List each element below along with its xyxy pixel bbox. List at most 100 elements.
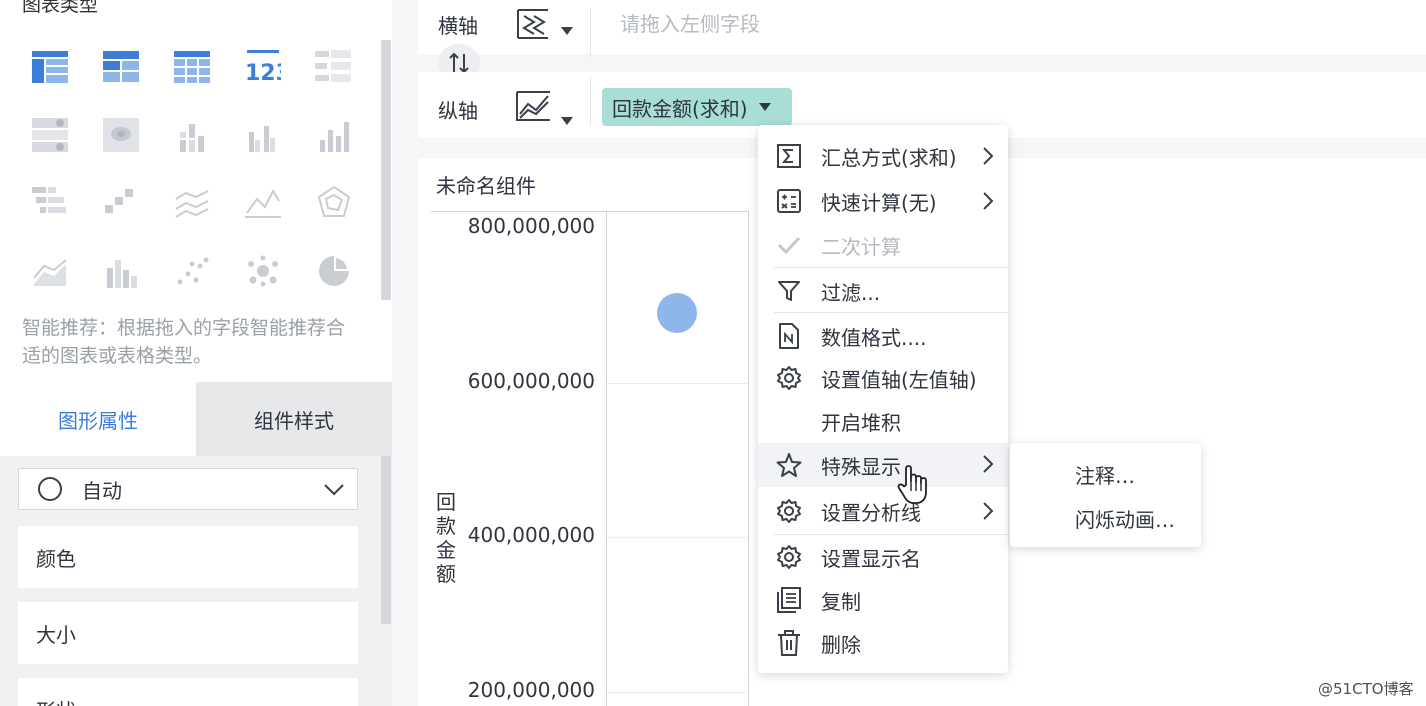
area-chart-icon[interactable] [29,250,71,292]
heat-map-icon[interactable] [100,114,142,156]
menu-item-quick-calc[interactable]: 快速计算(无) [758,180,1008,222]
y-field-label: 回款金额(求和) [612,96,748,121]
number-format-icon [779,323,799,349]
trash-icon [778,630,800,656]
detail-table-icon[interactable] [171,46,213,88]
calculator-icon [777,189,801,213]
menu-item-label: 设置显示名 [821,546,921,571]
chevron-right-icon [983,502,994,520]
component-title: 未命名组件 [436,174,536,198]
menu-item-filter[interactable]: 过滤... [758,270,1008,312]
y-tick-label: 400,000,000 [467,523,595,548]
special-display-submenu: 注释… 闪烁动画… [1010,443,1201,547]
y-tick-label: 800,000,000 [467,214,595,238]
x-axis-drop-placeholder[interactable]: 请拖入左侧字段 [620,8,760,37]
submenu-item-annotation[interactable]: 注释… [1075,460,1135,489]
bubble-icon[interactable] [242,250,284,292]
gear-icon [777,499,801,523]
gridline [607,537,748,539]
chevron-down-icon [324,484,344,496]
menu-item-delete[interactable]: 删除 [758,622,1008,664]
menu-item-label: 数值格式.... [821,325,927,350]
hand-cursor-icon [897,465,927,504]
y-axis-label: 纵轴 [438,99,478,123]
kpi-list-icon[interactable] [313,46,355,88]
pie-icon[interactable] [313,250,355,292]
mark-type-value: 自动 [82,478,122,503]
menu-item-label: 二次计算 [821,234,901,259]
menu-item-enable-stack[interactable]: 开启堆积 [758,400,1008,442]
tab-component-style[interactable]: 组件样式 [196,382,392,456]
plot-frame [431,211,749,706]
x-axis-chart-icon[interactable] [514,6,554,40]
comparison-bar-icon[interactable] [29,181,71,223]
property-shape[interactable]: 形状 [18,678,358,706]
caret-down-icon[interactable] [560,26,574,36]
menu-item-label: 汇总方式(求和) [821,145,957,170]
smart-recommend-hint: 智能推荐：根据拖入的字段智能推荐合适的图表或表格类型。 [22,317,346,367]
check-icon [777,236,801,255]
menu-item-special-display[interactable]: 特殊显示 [758,443,1008,487]
mark-type-dropdown[interactable]: 自动 [18,468,358,510]
menu-item-label: 复制 [821,589,861,614]
menu-item-value-axis[interactable]: 设置值轴(左值轴) [758,357,1008,399]
filter-table-icon[interactable] [29,114,71,156]
y-axis-line [606,211,607,706]
left-panel: 图表类型 123 [0,0,392,706]
menu-separator [774,312,1008,313]
grouped-bar-icon[interactable] [242,114,284,156]
chart-type-scrollbar[interactable] [381,40,391,300]
y-tick-label: 600,000,000 [467,368,595,393]
y-axis-line-chart-icon[interactable] [514,88,554,124]
y-axis-title: 回款金额 [436,490,456,586]
menu-item-label: 设置值轴(左值轴) [821,367,977,392]
field-context-menu: 汇总方式(求和) 快速计算(无) 二次计算 过滤... 数值格式.... 设置值… [758,125,1008,673]
cross-table-icon[interactable] [100,46,142,88]
table-icon[interactable] [29,46,71,88]
menu-item-copy[interactable]: 复制 [758,579,1008,621]
menu-item-label: 快速计算(无) [821,190,937,215]
multi-line-icon[interactable] [171,181,213,223]
y-axis-field-pill[interactable]: 回款金额(求和) [602,88,792,126]
star-icon [776,453,802,477]
property-tabs: 图形属性 组件样式 [0,382,392,456]
property-color[interactable]: 颜色 [18,526,358,588]
waterfall-icon[interactable] [100,181,142,223]
menu-item-analysis-line[interactable]: 设置分析线 [758,490,1008,532]
kpi-number-icon[interactable]: 123 [242,46,284,88]
gridline [607,692,748,693]
x-axis-label: 横轴 [438,14,478,38]
menu-item-secondary-calc: 二次计算 [758,224,1008,266]
stacked-bar-icon[interactable] [171,114,213,156]
y-axis-separator [590,76,591,126]
gear-icon [777,545,801,569]
menu-separator [774,267,1008,268]
submenu-item-blink-animation[interactable]: 闪烁动画… [1075,504,1175,533]
area-line-icon[interactable] [242,181,284,223]
chevron-right-icon [983,147,994,165]
menu-item-display-name[interactable]: 设置显示名 [758,536,1008,578]
chart-type-header: 图表类型 [22,0,99,16]
caret-down-icon[interactable] [758,102,772,112]
property-size[interactable]: 大小 [18,602,358,664]
sigma-icon [777,144,801,168]
watermark: @51CTO博客 [1318,680,1414,698]
caret-down-icon[interactable] [560,116,574,126]
chevron-right-icon [983,455,994,473]
menu-item-label: 过滤... [821,280,881,305]
menu-item-aggregation[interactable]: 汇总方式(求和) [758,135,1008,177]
menu-item-label: 删除 [821,632,861,657]
column-icon[interactable] [313,114,355,156]
filter-icon [778,281,800,301]
radar-icon[interactable] [313,181,355,223]
scatter-icon[interactable] [171,250,213,292]
property-scrollbar[interactable] [381,456,391,624]
gear-icon [777,366,801,390]
menu-item-number-format[interactable]: 数值格式.... [758,315,1008,357]
swap-icon [449,52,469,74]
scatter-point[interactable] [657,293,697,334]
bar-line-combo-icon[interactable] [100,250,142,292]
x-axis-separator [590,8,591,58]
copy-icon [777,587,801,613]
tab-graph-properties[interactable]: 图形属性 [0,382,196,456]
